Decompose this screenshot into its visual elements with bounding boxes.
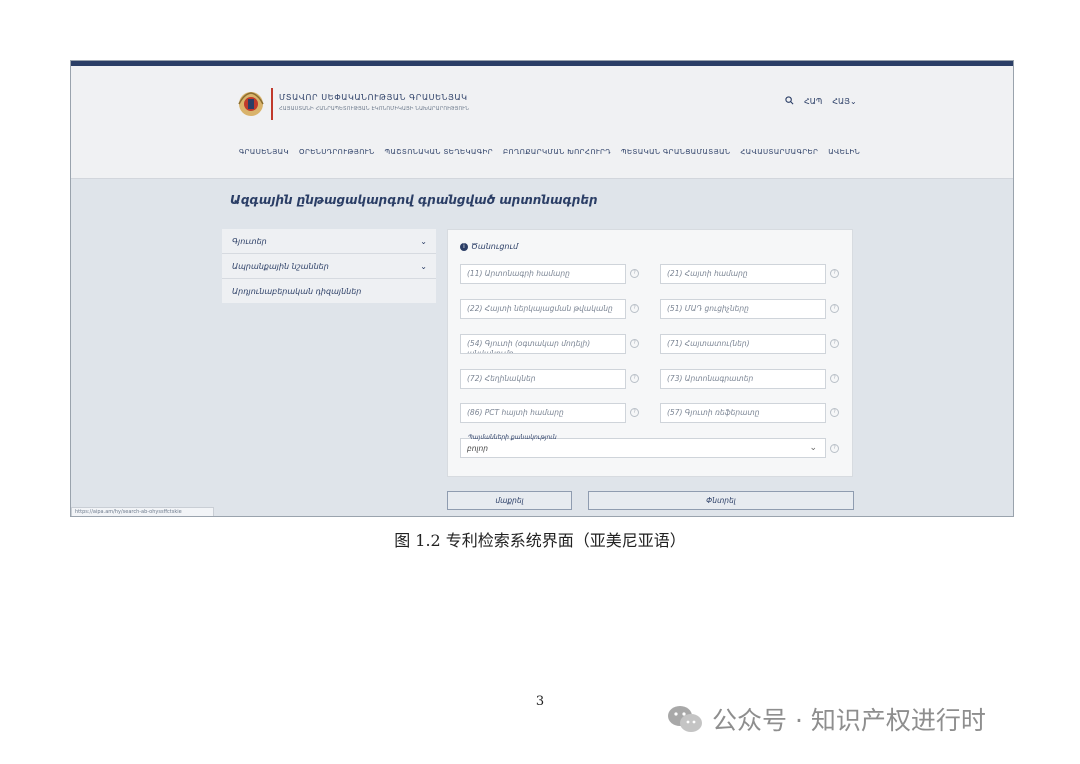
field-patent-holder[interactable]: (73) Արտոնագրատեր (660, 369, 826, 389)
wechat-icon (668, 706, 702, 732)
field-abstract[interactable]: (57) Գյուտի ռեֆերատը (660, 403, 826, 423)
sidebar-item-label: Ապրանքային նշաններ (232, 261, 329, 271)
help-icon[interactable]: ? (830, 304, 839, 313)
chevron-down-icon: ⌄ (420, 236, 427, 246)
select-value: բոլոր (467, 444, 489, 453)
help-icon[interactable]: ? (830, 269, 839, 278)
help-icon[interactable]: ? (830, 408, 839, 417)
site-header: ՄՏԱՎՈՐ ՍԵՓԱԿԱՆՈՒԹՅԱՆ ԳՐԱՍԵՆՅԱԿ ՀԱՅԱՍՏԱՆԻ… (71, 66, 1013, 179)
chevron-down-icon: ⌄ (849, 97, 857, 106)
help-icon[interactable]: ? (630, 408, 639, 417)
field-inventors[interactable]: (72) Հեղինակներ (460, 369, 626, 389)
field-pct-number[interactable]: (86) PCT հայտի համարը (460, 403, 626, 423)
help-icon[interactable]: ? (630, 339, 639, 348)
sidebar-item-inventions[interactable]: Գյուտեր ⌄ (222, 229, 436, 254)
select-label: Պայմանների քանակություն (468, 434, 557, 441)
sidebar-item-trademarks[interactable]: Ապրանքային նշաններ ⌄ (222, 254, 436, 279)
nav-item-library[interactable]: ԳՐԱՍԵՆՅԱԿ (239, 148, 289, 156)
help-icon[interactable]: ? (830, 339, 839, 348)
logo-divider (271, 88, 273, 120)
field-invention-title[interactable]: (54) Գյուտի (օգտակար մոդելի) անվանումը (460, 334, 626, 354)
help-icon[interactable]: ? (830, 374, 839, 383)
nav-item-more[interactable]: ԱՎԵԼԻՆ (828, 148, 860, 156)
nav-item-appeals-board[interactable]: ԲՈՂՈՔԱՐԿՄԱՆ ԽՈՐՀՈՒՐԴ (503, 148, 611, 156)
header-actions: ՀԱՊ ՀԱՅ⌄ (785, 96, 857, 107)
field-application-number[interactable]: (21) Հայտի համարը (660, 264, 826, 284)
page-title: Ազգային ընթացակարգով գրանցված արտոնագրեր (230, 193, 598, 207)
sidebar-item-label: Գյուտեր (232, 236, 267, 246)
language-selector[interactable]: ՀԱՅ⌄ (832, 97, 856, 106)
field-ipc-codes[interactable]: (51) ՄԱԴ ցուցիչները (660, 299, 826, 319)
faq-link[interactable]: ՀԱՊ (804, 97, 822, 106)
field-patent-number[interactable]: (11) Արտոնագրի համարը (460, 264, 626, 284)
chevron-down-icon: ⌄ (420, 261, 427, 271)
conditions-select[interactable]: բոլոր ⌄ (460, 438, 826, 458)
nav-item-official-bulletin[interactable]: ՊԱՇՏՈՆԱԿԱՆ ՏԵՂԵԿԱԳԻՐ (384, 148, 493, 156)
sidebar-item-industrial-designs[interactable]: Արդյունաբերական դիզայններ (222, 279, 436, 303)
browser-status-url: https://aipa.am/hy/search-ab-ohyssffctsk… (71, 507, 214, 516)
nav-item-legislation[interactable]: ՕՐԵՆՍԴՐՈՒԹՅՈՒՆ (299, 148, 374, 156)
search-panel: i Ծանուցում (11) Արտոնագրի համարը ? (21) … (447, 229, 853, 477)
help-icon[interactable]: ? (830, 444, 839, 453)
search-button[interactable]: Փնտրել (588, 491, 854, 510)
info-icon: i (460, 243, 468, 251)
sidebar: Գյուտեր ⌄ Ապրանքային նշաններ ⌄ Արդյունաբ… (222, 229, 436, 303)
help-icon[interactable]: ? (630, 374, 639, 383)
field-filing-date[interactable]: (22) Հայտի ներկայացման թվականը (460, 299, 626, 319)
site-title[interactable]: ՄՏԱՎՈՐ ՍԵՓԱԿԱՆՈՒԹՅԱՆ ԳՐԱՍԵՆՅԱԿ (279, 93, 468, 102)
watermark-text: 公众号 · 知识产权进行时 (712, 706, 986, 735)
watermark: 公众号 · 知识产权进行时 (666, 701, 986, 737)
figure-caption: 图 1.2 专利检索系统界面（亚美尼亚语） (394, 531, 686, 550)
search-icon[interactable] (785, 96, 794, 107)
panel-heading: i Ծանուցում (460, 242, 518, 251)
coat-of-arms-icon (238, 92, 264, 116)
help-icon[interactable]: ? (630, 304, 639, 313)
language-label: ՀԱՅ (832, 97, 850, 106)
main-nav: ԳՐԱՍԵՆՅԱԿ ՕՐԵՆՍԴՐՈՒԹՅՈՒՆ ՊԱՇՏՈՆԱԿԱՆ ՏԵՂԵ… (239, 148, 860, 156)
nav-item-certificates[interactable]: ՀԱՎԱՍՏԱՐՄԱԳՐԵՐ (740, 148, 818, 156)
site-subtitle: ՀԱՅԱՍՏԱՆԻ ՀԱՆՐԱՊԵՏՈՒԹՅԱՆ ԷԿՈՆՈՄԻԿԱՅԻ ՆԱԽ… (279, 106, 470, 112)
help-icon[interactable]: ? (630, 269, 639, 278)
chevron-down-icon: ⌄ (809, 443, 817, 453)
embedded-screenshot: ՄՏԱՎՈՐ ՍԵՓԱԿԱՆՈՒԹՅԱՆ ԳՐԱՍԵՆՅԱԿ ՀԱՅԱՍՏԱՆԻ… (70, 60, 1014, 517)
panel-heading-label: Ծանուցում (471, 242, 519, 251)
field-applicants[interactable]: (71) Հայտատու(ներ) (660, 334, 826, 354)
clear-button[interactable]: մաքրել (447, 491, 572, 510)
sidebar-item-label: Արդյունաբերական դիզայններ (232, 286, 362, 296)
nav-item-state-register[interactable]: ՊԵՏԱԿԱՆ ԳՐԱՆՑԱՄԱՏՅԱՆ (621, 148, 730, 156)
